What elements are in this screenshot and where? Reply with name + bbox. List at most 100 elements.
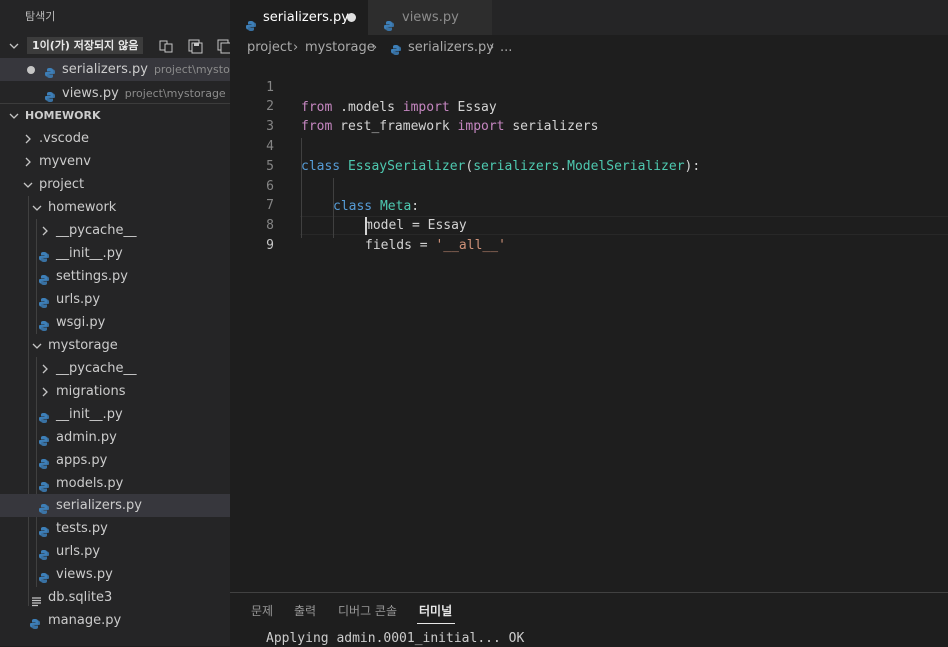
python-file-icon bbox=[390, 42, 402, 55]
tree-label: migrations bbox=[56, 384, 126, 399]
tree-label: __pycache__ bbox=[56, 361, 137, 376]
python-file-icon bbox=[38, 409, 50, 423]
chevron-down-icon bbox=[8, 104, 20, 127]
unsaved-dot-icon[interactable] bbox=[347, 13, 356, 22]
bottom-panel: 문제 출력 디버그 콘솔 터미널 Applying admin.0001_ini… bbox=[230, 592, 948, 647]
tab-serializers[interactable]: serializers.py bbox=[230, 0, 368, 35]
open-editor-serializers[interactable]: serializers.pyproject\mysto... bbox=[0, 58, 230, 81]
tree-file[interactable]: admin.py bbox=[0, 426, 230, 449]
tree-folder[interactable]: myvenv bbox=[0, 150, 230, 173]
code-line: 6 class Meta: bbox=[230, 157, 948, 214]
unsaved-badge: 1이(가) 저장되지 않음 bbox=[27, 37, 144, 54]
tree-file[interactable]: urls.py bbox=[0, 288, 230, 311]
chevron-right-icon bbox=[39, 219, 51, 242]
python-file-icon bbox=[38, 271, 50, 285]
tree-folder[interactable]: mystorage bbox=[0, 334, 230, 357]
code-line: 7 model = Essay bbox=[230, 176, 948, 233]
tree-label: admin.py bbox=[56, 430, 117, 445]
tree-file[interactable]: models.py bbox=[0, 472, 230, 495]
tree-label: .vscode bbox=[39, 131, 89, 146]
tree-file[interactable]: views.py bbox=[0, 563, 230, 586]
python-file-icon bbox=[38, 523, 50, 537]
python-file-icon bbox=[38, 455, 50, 469]
chevron-right-icon: › bbox=[372, 40, 378, 55]
tree-label: apps.py bbox=[56, 453, 108, 468]
tree-label: project bbox=[39, 177, 85, 192]
tree-folder[interactable]: homework bbox=[0, 196, 230, 219]
code-editor[interactable]: 1 from .models import Essay 2 from rest_… bbox=[230, 58, 948, 592]
tab-output[interactable]: 출력 bbox=[294, 602, 316, 619]
active-tab-indicator bbox=[417, 623, 455, 624]
chevron-right-icon: › bbox=[293, 40, 299, 55]
tree-label: myvenv bbox=[39, 154, 91, 169]
tree-folder[interactable]: __pycache__ bbox=[0, 357, 230, 380]
explorer-sidebar: 탐색기 1이(가) 저장되지 않음 serializers.py project\… bbox=[0, 0, 230, 646]
tree-file[interactable]: apps.py bbox=[0, 449, 230, 472]
tree-folder[interactable]: migrations bbox=[0, 380, 230, 403]
breadcrumb-item[interactable]: serializers.py bbox=[408, 37, 494, 59]
breadcrumb-item[interactable]: ... bbox=[500, 37, 512, 59]
tree-folder[interactable]: .vscode bbox=[0, 127, 230, 150]
python-file-icon bbox=[38, 500, 50, 514]
tree-label: settings.py bbox=[56, 269, 128, 284]
tree-label: manage.py bbox=[48, 613, 122, 628]
tree-file[interactable]: settings.py bbox=[0, 265, 230, 288]
explorer-title: 탐색기 bbox=[25, 10, 56, 23]
tab-debug-console[interactable]: 디버그 콘솔 bbox=[338, 602, 397, 619]
tree-label: models.py bbox=[56, 476, 124, 491]
open-editor-path: project\mystorage bbox=[124, 87, 226, 100]
tab-label: serializers.py bbox=[263, 10, 349, 25]
open-editor-label: serializers.pyproject\mysto... bbox=[62, 58, 230, 81]
code-line: 8 fields = '__all__' bbox=[230, 196, 948, 253]
tree-label: tests.py bbox=[56, 521, 108, 536]
save-all-icon[interactable] bbox=[187, 38, 203, 54]
open-editors-header[interactable]: 1이(가) 저장되지 않음 bbox=[0, 34, 230, 57]
tree-file-selected[interactable]: serializers.py bbox=[0, 494, 230, 517]
terminal-output[interactable]: Applying admin.0001_initial... OK bbox=[266, 631, 524, 646]
tree-file[interactable]: __init__.py bbox=[0, 242, 230, 265]
tree-file[interactable]: wsgi.py bbox=[0, 311, 230, 334]
code-line: 3 bbox=[230, 97, 948, 134]
chevron-right-icon bbox=[22, 150, 34, 173]
workspace-header[interactable]: HOMEWORK bbox=[0, 103, 230, 127]
python-file-icon bbox=[245, 11, 257, 31]
code-line: 1 from .models import Essay bbox=[230, 58, 948, 115]
text-cursor bbox=[365, 217, 367, 235]
chevron-down-icon bbox=[31, 334, 43, 357]
python-file-icon bbox=[38, 432, 50, 446]
chevron-down-icon bbox=[31, 196, 43, 219]
breadcrumb-item[interactable]: mystorage bbox=[305, 37, 375, 59]
text-file-icon bbox=[31, 592, 42, 607]
tree-folder[interactable]: __pycache__ bbox=[0, 219, 230, 242]
unsaved-dot-icon bbox=[27, 66, 35, 74]
tree-label: urls.py bbox=[56, 544, 101, 559]
tree-label: wsgi.py bbox=[56, 315, 106, 330]
tree-label: __init__.py bbox=[56, 246, 123, 261]
tree-label: __init__.py bbox=[56, 407, 123, 422]
open-editor-label: views.py project\mystorage bbox=[62, 86, 226, 101]
code-text: fields = '__all__' bbox=[365, 238, 506, 253]
tree-file[interactable]: urls.py bbox=[0, 540, 230, 563]
tab-label: views.py bbox=[402, 10, 459, 25]
tree-label: views.py bbox=[56, 567, 113, 582]
new-untitled-file-icon[interactable] bbox=[158, 38, 174, 54]
tab-terminal[interactable]: 터미널 bbox=[419, 602, 452, 619]
editor-tab-bar: serializers.py views.py bbox=[230, 0, 948, 35]
tab-views[interactable]: views.py bbox=[368, 0, 492, 35]
tree-file[interactable]: manage.py bbox=[0, 609, 230, 632]
chevron-right-icon bbox=[39, 357, 51, 380]
open-editor-path: project\mysto... bbox=[153, 63, 230, 76]
python-file-icon bbox=[38, 569, 50, 583]
tree-label: db.sqlite3 bbox=[48, 590, 113, 605]
python-file-icon bbox=[44, 88, 56, 102]
tree-file[interactable]: tests.py bbox=[0, 517, 230, 540]
close-all-icon[interactable] bbox=[216, 38, 230, 54]
python-file-icon bbox=[38, 546, 50, 560]
tree-file[interactable]: db.sqlite3 bbox=[0, 586, 230, 609]
tree-folder[interactable]: project bbox=[0, 173, 230, 196]
tab-problems[interactable]: 문제 bbox=[251, 602, 273, 619]
open-editor-views[interactable]: views.py project\mystorage bbox=[0, 82, 230, 105]
tree-file[interactable]: __init__.py bbox=[0, 403, 230, 426]
breadcrumb-item[interactable]: project bbox=[247, 37, 292, 59]
tree-label: __pycache__ bbox=[56, 223, 137, 238]
